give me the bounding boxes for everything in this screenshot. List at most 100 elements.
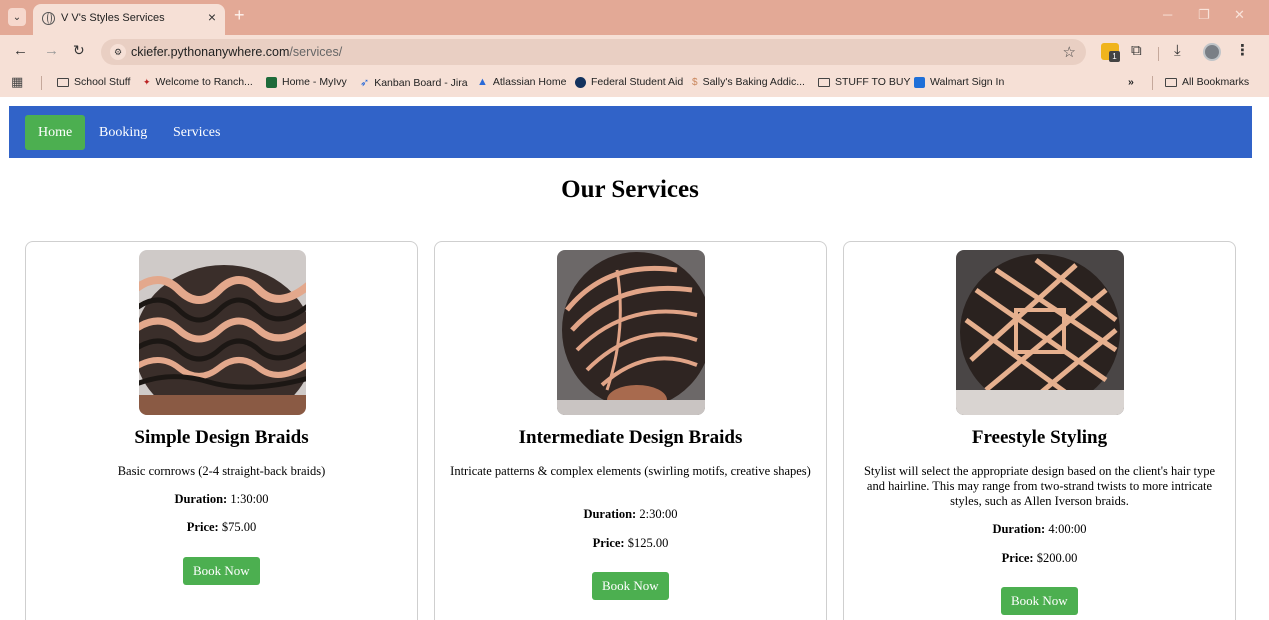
duration-value: 2:30:00 [639,507,678,521]
service-image-freestyle [956,250,1124,415]
bookmark-label: Welcome to Ranch... [155,76,253,88]
price-value: $200.00 [1036,551,1078,565]
duration-label: Duration: [174,492,228,506]
duration-label: Duration: [583,507,637,521]
service-duration: Duration: 1:30:00 [38,492,405,507]
url-text[interactable]: ckiefer.pythonanywhere.com/services/ [131,45,342,59]
price-value: $125.00 [627,536,669,550]
bookmark-label: Sally's Baking Addic... [702,76,805,88]
bookmark-sally[interactable]: $ Sally's Baking Addic... [692,76,805,88]
service-card: Simple Design Braids Basic cornrows (2-4… [25,241,418,620]
duration-value: 1:30:00 [230,492,269,506]
service-duration: Duration: 2:30:00 [447,507,814,522]
service-name: Simple Design Braids [134,427,309,448]
folder-icon [818,77,830,87]
all-bookmarks-label: All Bookmarks [1182,76,1250,88]
jira-icon: ➶ [360,77,370,89]
ranch-icon: ✦ [143,76,151,87]
ivy-icon [266,76,277,88]
address-bar[interactable]: ⚙ ckiefer.pythonanywhere.com/services/ ☆ [101,39,1086,65]
bookmark-label: Walmart Sign In [930,76,1005,88]
price-label: Price: [186,520,219,534]
bookmark-label: Atlassian Home [492,76,567,88]
bookmark-fsa[interactable]: Federal Student Aid [575,76,683,88]
duration-label: Duration: [992,522,1046,536]
all-bookmarks-button[interactable]: All Bookmarks [1165,76,1249,88]
bookmark-label: Home - MyIvy [282,76,347,88]
service-card: Intermediate Design Braids Intricate pat… [434,241,827,620]
sally-icon: $ [692,76,698,88]
folder-icon [1165,77,1177,87]
tab-search-chevron-icon[interactable]: ⌄ [8,8,26,26]
bookmark-walmart[interactable]: Walmart Sign In [914,76,1004,88]
bookmark-label: Federal Student Aid [591,76,684,88]
apps-grid-icon[interactable]: ▦ [11,75,23,88]
browser-tabstrip: ⌄ V V's Styles Services × + ─ ❐ ✕ [0,0,1269,35]
tab-title: V V's Styles Services [61,12,165,24]
url-path: /services/ [289,45,343,59]
service-name: Freestyle Styling [971,427,1108,448]
back-arrow-icon[interactable]: ← [13,43,28,58]
minimize-icon[interactable]: ─ [1163,8,1172,21]
bookmarks-divider [41,76,42,90]
bookmark-myivy[interactable]: Home - MyIvy [266,76,347,88]
service-price: Price: $200.00 [856,551,1223,566]
bookmark-school-stuff[interactable]: School Stuff [57,76,130,88]
globe-icon [42,12,55,25]
browser-tab-active[interactable]: V V's Styles Services × [33,4,225,35]
bookmark-label: STUFF TO BUY [835,76,911,88]
extension-badge: 1 [1109,51,1120,62]
bookmark-jira[interactable]: ➶ Kanban Board - Jira [360,76,468,90]
service-image-intermediate-braids [557,250,705,415]
bookmark-ranch[interactable]: ✦ Welcome to Ranch... [143,76,253,88]
bookmark-stuff-to-buy[interactable]: STUFF TO BUY [818,76,910,88]
profile-avatar[interactable] [1203,43,1221,61]
service-description: Stylist will select the appropriate desi… [863,464,1216,508]
bookmark-atlassian[interactable]: ▲ Atlassian Home [477,76,566,88]
book-now-button[interactable]: Book Now [183,557,260,585]
walmart-icon [914,76,925,88]
price-label: Price: [1001,551,1034,565]
bookmark-label: School Stuff [74,76,131,88]
close-tab-icon[interactable]: × [208,10,216,24]
service-price: Price: $75.00 [38,520,405,535]
restore-icon[interactable]: ❐ [1198,8,1210,21]
price-value: $75.00 [221,520,257,534]
bookmark-label: Kanban Board - Jira [374,76,468,89]
fsa-icon [575,76,586,88]
service-duration: Duration: 4:00:00 [856,522,1223,537]
bookmark-star-icon[interactable]: ☆ [1063,43,1076,61]
toolbar-divider [1158,47,1159,61]
service-price: Price: $125.00 [447,536,814,551]
more-menu-icon[interactable]: ⋮ [1235,43,1250,58]
new-tab-icon[interactable]: + [234,6,245,24]
site-navbar: Home Booking Services [9,106,1252,158]
chevron-double-right-icon: » [1128,76,1134,88]
site-info-icon[interactable]: ⚙ [110,44,126,60]
reload-icon[interactable]: ↻ [73,43,85,57]
book-now-button[interactable]: Book Now [1001,587,1078,615]
bookmarks-divider [1152,76,1153,90]
duration-value: 4:00:00 [1048,522,1087,536]
nav-booking-link[interactable]: Booking [86,115,160,150]
folder-icon [57,77,69,87]
book-now-button[interactable]: Book Now [592,572,669,600]
extensions-puzzle-icon[interactable]: ⧉ [1131,43,1142,58]
service-description: Basic cornrows (2-4 straight-back braids… [117,464,326,478]
service-image-simple-braids [139,250,306,415]
browser-toolbar: ← → ↻ ⚙ ckiefer.pythonanywhere.com/servi… [0,35,1269,69]
service-name: Intermediate Design Braids [518,427,743,448]
download-icon[interactable]: ⤓ [1174,43,1181,58]
atlassian-icon: ▲ [477,76,488,88]
service-card: Freestyle Styling Stylist will select th… [843,241,1236,620]
service-description: Intricate patterns & complex elements (s… [450,464,811,478]
bookmarks-bar: ▦ School Stuff ✦ Welcome to Ranch... Hom… [0,69,1269,97]
url-host: ckiefer.pythonanywhere.com [131,45,290,59]
price-label: Price: [592,536,625,550]
window-close-icon[interactable]: ✕ [1234,8,1245,21]
nav-home-link[interactable]: Home [25,115,86,150]
page-title: Our Services [561,176,699,203]
forward-arrow-icon[interactable]: → [44,43,59,58]
bookmarks-overflow-button[interactable]: » [1128,76,1134,88]
nav-services-link[interactable]: Services [160,115,233,150]
